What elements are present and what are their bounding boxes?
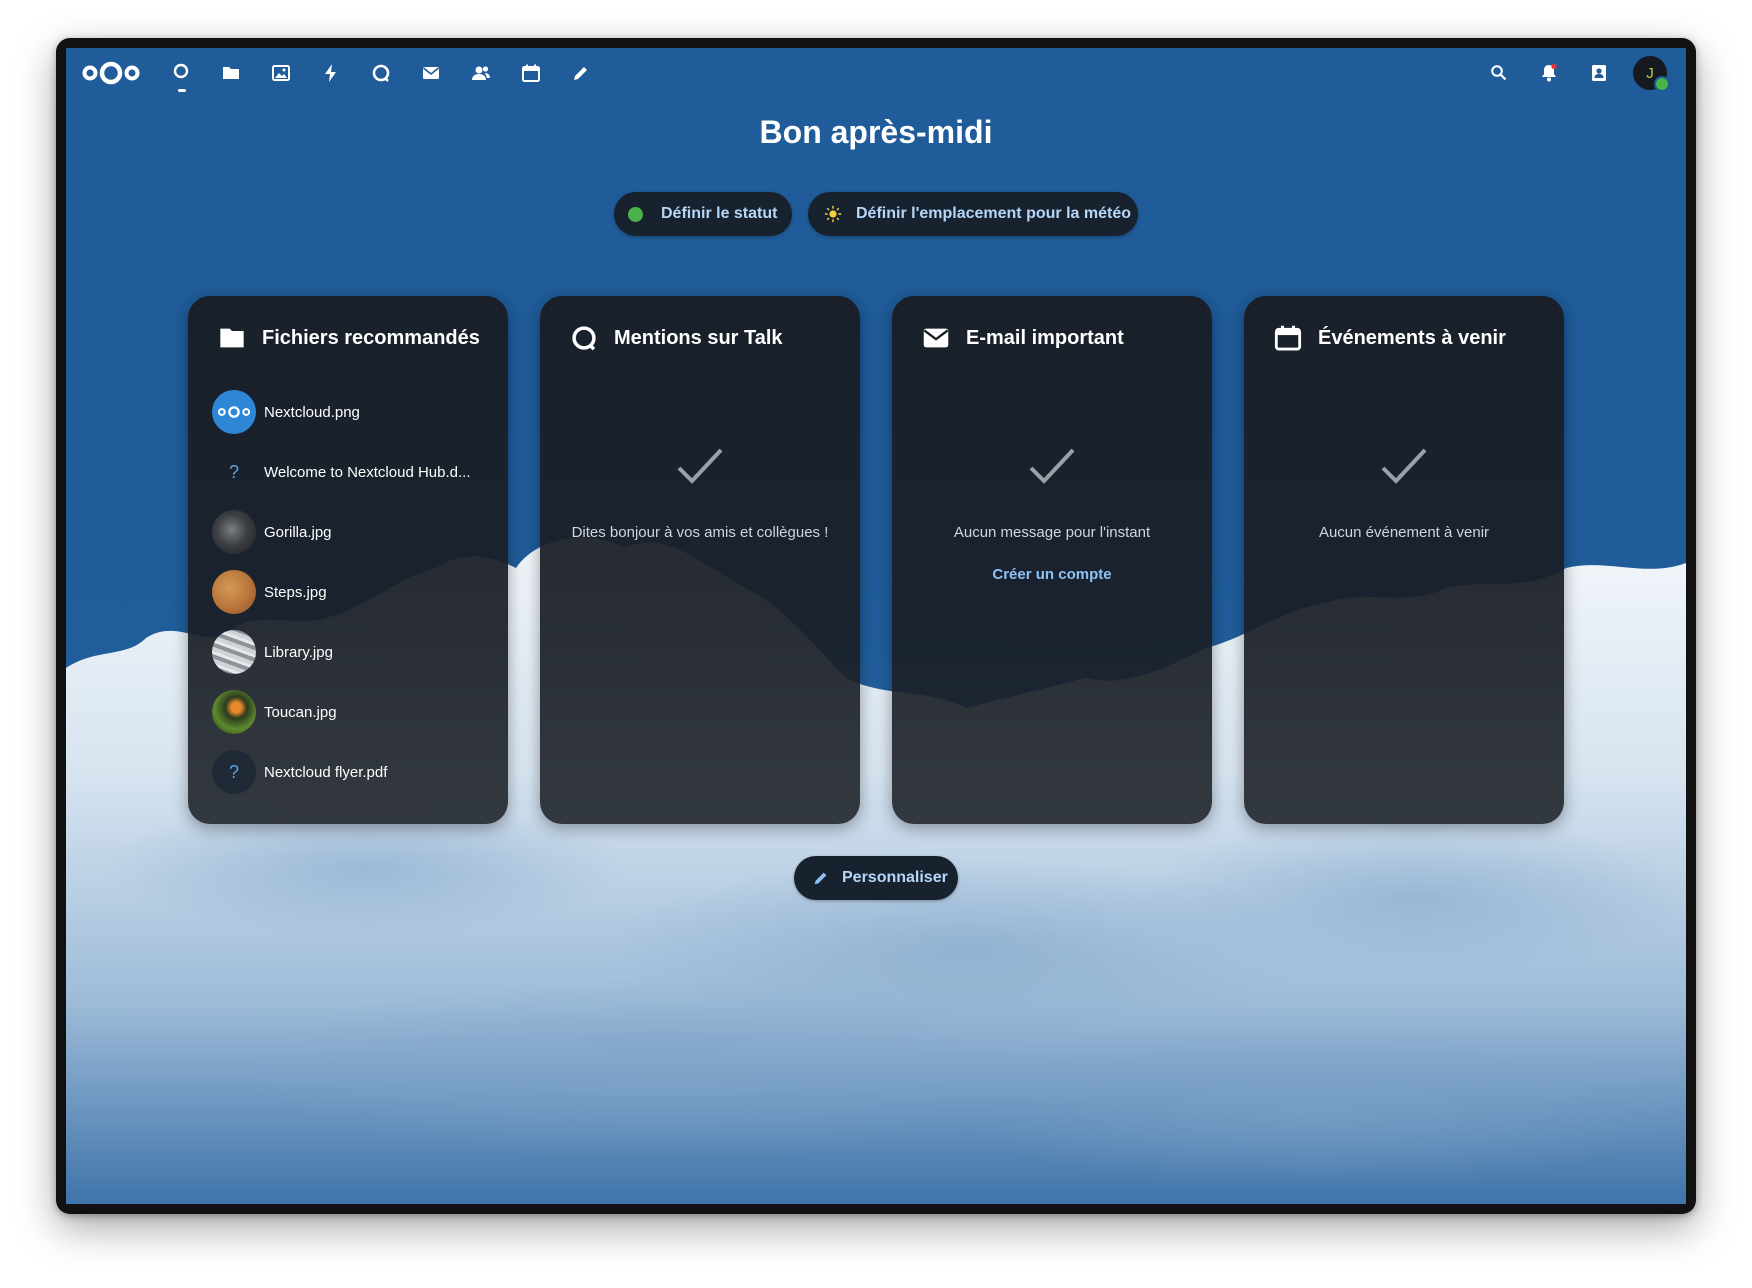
set-status-label: Définir le statut bbox=[661, 205, 778, 222]
widget-talk-mentions: Mentions sur Talk Dites bonjour à vos am… bbox=[540, 296, 860, 824]
calendar-icon bbox=[1274, 325, 1302, 351]
unknown-file-icon: ? bbox=[228, 461, 239, 482]
file-name: Gorilla.jpg bbox=[264, 523, 332, 541]
widget-upcoming-events: Événements à venir Aucun événement à ven… bbox=[1244, 296, 1564, 824]
checkmark-icon bbox=[540, 446, 860, 491]
checkmark-icon bbox=[892, 446, 1212, 491]
set-weather-location-label: Définir l'emplacement pour la météo bbox=[856, 205, 1131, 222]
library-thumbnail bbox=[212, 630, 256, 674]
file-name: Welcome to Nextcloud Hub.d... bbox=[264, 463, 471, 481]
search-icon[interactable] bbox=[1487, 61, 1511, 85]
active-app-indicator bbox=[178, 89, 186, 92]
notes-icon[interactable] bbox=[569, 61, 593, 85]
photos-icon[interactable] bbox=[269, 61, 293, 85]
file-item-flyer-pdf[interactable]: ? Nextcloud flyer.pdf bbox=[212, 750, 387, 794]
checkmark-icon bbox=[1244, 446, 1564, 491]
user-avatar[interactable]: J bbox=[1633, 56, 1670, 92]
talk-icon[interactable] bbox=[369, 61, 393, 85]
online-status-dot bbox=[1654, 76, 1670, 92]
file-item-nextcloud-png[interactable]: Nextcloud.png bbox=[212, 390, 360, 434]
calendar-icon[interactable] bbox=[519, 61, 543, 85]
widget-title: Événements à venir bbox=[1274, 324, 1506, 352]
file-item-gorilla[interactable]: Gorilla.jpg bbox=[212, 510, 332, 554]
notifications-icon[interactable] bbox=[1537, 61, 1561, 85]
file-item-toucan[interactable]: Toucan.jpg bbox=[212, 690, 337, 734]
customize-button[interactable]: Personnaliser bbox=[794, 856, 958, 900]
pencil-icon bbox=[814, 872, 827, 885]
widget-recommended-files: Fichiers recommandés Nextcloud.png ? Wel… bbox=[188, 296, 508, 824]
activity-icon[interactable] bbox=[319, 61, 343, 85]
file-name: Library.jpg bbox=[264, 643, 333, 661]
create-account-link[interactable]: Créer un compte bbox=[892, 566, 1212, 583]
empty-content-text: Aucun message pour l'instant bbox=[953, 524, 1151, 541]
folder-icon bbox=[220, 328, 244, 348]
dashboard-icon[interactable] bbox=[169, 61, 193, 92]
weather-sun-icon bbox=[824, 205, 842, 223]
file-name: Toucan.jpg bbox=[264, 703, 337, 721]
widget-title: E-mail important bbox=[922, 324, 1124, 352]
nextcloud-logo-thumbnail bbox=[212, 390, 256, 434]
mail-icon[interactable] bbox=[419, 61, 443, 85]
files-icon[interactable] bbox=[219, 61, 243, 85]
steps-thumbnail bbox=[212, 570, 256, 614]
greeting-title: Bon après-midi bbox=[759, 114, 993, 150]
talk-icon bbox=[572, 326, 596, 351]
file-item-steps[interactable]: Steps.jpg bbox=[212, 570, 327, 614]
top-bar: J bbox=[66, 48, 1686, 98]
set-status-button[interactable]: Définir le statut bbox=[614, 192, 792, 236]
empty-content-text: Aucun événement à venir bbox=[1318, 524, 1490, 541]
gorilla-thumbnail bbox=[212, 510, 256, 554]
mail-icon bbox=[923, 328, 949, 348]
empty-content-text: Dites bonjour à vos amis et collègues ! bbox=[571, 524, 829, 541]
file-name: Nextcloud flyer.pdf bbox=[264, 763, 388, 781]
contacts-icon[interactable] bbox=[469, 61, 493, 85]
customize-label: Personnaliser bbox=[842, 869, 948, 886]
avatar-initial: J bbox=[1646, 64, 1654, 82]
widget-important-mail: E-mail important Aucun message pour l'in… bbox=[892, 296, 1212, 824]
unknown-file-icon: ? bbox=[212, 750, 256, 794]
online-status-icon bbox=[628, 206, 643, 222]
file-item-library[interactable]: Library.jpg bbox=[212, 630, 333, 674]
file-item-welcome-doc[interactable]: ? Welcome to Nextcloud Hub.d... bbox=[212, 450, 471, 494]
contacts-menu-icon[interactable] bbox=[1587, 61, 1611, 85]
file-name: Steps.jpg bbox=[264, 583, 327, 601]
set-weather-location-button[interactable]: Définir l'emplacement pour la météo bbox=[808, 192, 1138, 236]
widget-title: Mentions sur Talk bbox=[570, 324, 783, 352]
toucan-thumbnail bbox=[212, 690, 256, 734]
nextcloud-logo[interactable] bbox=[80, 59, 142, 87]
file-name: Nextcloud.png bbox=[264, 403, 360, 421]
widget-title: Fichiers recommandés bbox=[218, 324, 480, 352]
nextcloud-dashboard: J Bon après-midi Définir le statut Défin… bbox=[66, 48, 1686, 1204]
